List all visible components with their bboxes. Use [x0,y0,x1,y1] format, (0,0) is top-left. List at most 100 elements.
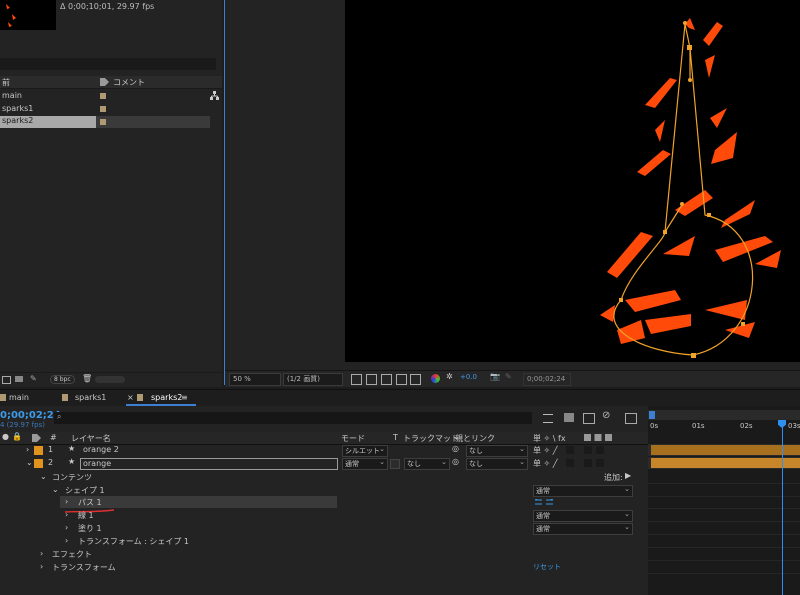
exposure-icon[interactable]: ✲ [446,372,453,381]
time-ruler[interactable]: 0s 01s 02s 03s [648,422,800,432]
composition-canvas[interactable] [345,0,800,362]
new-comp-icon[interactable]: ✎ [30,374,37,383]
expand-arrow-icon[interactable]: › [40,549,43,558]
pickwhip-icon[interactable]: ◎ [452,457,459,466]
reset-link[interactable]: リセット [533,562,561,572]
property-contents[interactable]: ⌄ コンテンツ 追加: ▶ [0,471,648,484]
expand-arrow-icon[interactable]: › [40,562,43,571]
lock-icon[interactable]: 🔒 [12,432,22,441]
switch-box[interactable] [584,446,592,454]
preserve-transparency-checkbox[interactable] [390,459,400,469]
expand-arrow-icon[interactable]: › [65,497,68,506]
region-of-interest-icon[interactable] [396,374,407,385]
layer-switches[interactable]: 单 ✧ ╱ [533,458,558,469]
project-scrollbar[interactable] [95,376,125,383]
property-transform[interactable]: › トランスフォーム リセット [0,561,648,574]
expand-arrow-icon[interactable]: › [26,445,29,454]
fill-blend-mode-dropdown[interactable]: 通常 [533,522,633,535]
motion-blur-icon[interactable]: ⊘ [602,410,610,421]
collapse-arrow-icon[interactable]: ⌄ [52,485,59,494]
path-direction-icon[interactable] [534,498,555,505]
expand-arrow-icon[interactable]: › [65,536,68,545]
current-time-display[interactable]: 0;00;02;24 [0,410,61,421]
draft-3d-icon[interactable] [564,413,574,422]
switch-box[interactable] [596,459,604,467]
property-fill-1[interactable]: › 塗り 1 通常 [0,522,648,535]
switch-box[interactable] [584,459,592,467]
label-color-swatch[interactable] [100,93,106,99]
new-folder-icon[interactable] [15,376,23,382]
column-layer-name[interactable]: レイヤー名 [71,433,111,444]
transparency-grid-icon[interactable] [366,374,377,385]
project-item-sparks1[interactable]: sparks1 [0,103,210,115]
parent-dropdown[interactable]: なし [466,457,528,470]
tab-main[interactable]: main [9,393,29,402]
collapse-arrow-icon[interactable]: ⌄ [26,458,33,467]
switch-box[interactable] [596,446,604,454]
panel-menu-icon[interactable]: ≡ [181,393,188,402]
timeline-search-input[interactable]: ⌕ [54,412,532,424]
expand-arrow-icon[interactable]: › [65,510,68,519]
label-tag-icon[interactable] [100,78,109,88]
exposure-value[interactable]: +0.0 [460,373,477,381]
ruler-label: 03s [788,422,800,430]
work-area-start[interactable] [649,411,655,419]
expand-arrow-icon[interactable]: › [65,523,68,532]
show-snapshot-icon[interactable]: ✎ [505,372,512,381]
add-label[interactable]: 追加: [604,472,623,483]
interpret-footage-icon[interactable] [2,376,11,384]
channel-icon[interactable] [431,374,440,383]
comp-icon [62,394,68,401]
layer-row-1[interactable]: › 1 ★ orange 2 シルエット ◎ なし 单 ✧ ╱ [0,444,648,457]
pickwhip-icon[interactable]: ◎ [452,444,459,453]
label-color-swatch[interactable] [100,119,106,125]
comp-mini-flowchart-icon[interactable] [543,414,553,423]
playhead-line[interactable] [782,426,783,595]
parent-dropdown[interactable]: なし [466,444,528,457]
tab-sparks2[interactable]: sparks2 [151,393,182,402]
av-features-icon[interactable]: ● [2,432,9,441]
mask-visibility-icon[interactable] [381,374,392,385]
grid-guides-icon[interactable] [410,374,421,385]
layer-label-color[interactable] [34,446,43,455]
property-stroke-1[interactable]: › 線 1 通常 [0,509,648,522]
tab-sparks1[interactable]: sparks1 [75,393,106,402]
add-arrow-icon[interactable]: ▶ [625,471,631,480]
project-search-input[interactable] [0,58,216,70]
column-parent: 親とリンク [455,434,495,443]
project-item-main[interactable]: main [0,90,210,102]
stroke-blend-mode-dropdown[interactable]: 通常 [533,509,633,522]
column-name[interactable]: 前 [2,77,10,88]
layer-duration-bar[interactable] [651,458,800,468]
layer-name-field[interactable]: orange [80,458,338,470]
layer-mode-dropdown[interactable]: 通常 [342,457,388,470]
zoom-dropdown[interactable]: 50 % [229,373,281,386]
fast-previews-icon[interactable] [351,374,362,385]
layer-duration-bar[interactable] [651,445,800,455]
shy-layers-icon[interactable] [583,413,595,424]
label-tag-icon[interactable] [32,434,41,444]
bpc-button[interactable]: 8 bpc [50,375,75,384]
layer-mode-dropdown[interactable]: シルエット [342,444,388,457]
label-color-swatch[interactable] [100,106,106,112]
viewer-timecode[interactable]: 0;00;02;24 [523,373,571,386]
layer-name[interactable]: orange 2 [83,445,119,454]
property-effects[interactable]: › エフェクト [0,548,648,561]
property-transform-shape[interactable]: › トランスフォーム : シェイプ 1 [0,535,648,548]
resolution-dropdown[interactable]: (1/2 画質) [283,373,343,386]
work-area-bar[interactable] [648,410,800,420]
project-item-sparks2[interactable]: sparks2 [0,116,210,128]
switch-box[interactable] [566,459,574,467]
layer-row-2[interactable]: ⌄ 2 ★ orange 通常 なし ◎ なし 单 ✧ ╱ [0,457,648,470]
graph-editor-icon[interactable] [625,413,637,424]
column-comment[interactable]: コメント [113,77,145,88]
close-icon[interactable]: × [127,393,134,402]
layer-label-color[interactable] [34,459,43,468]
layer-switches[interactable]: 单 ✧ ╱ [533,445,558,456]
snapshot-icon[interactable]: 📷 [490,372,500,381]
collapse-arrow-icon[interactable]: ⌄ [40,472,47,481]
track-matte-dropdown[interactable]: なし [404,457,450,470]
flowchart-icon[interactable] [210,91,219,102]
switch-box[interactable] [566,446,574,454]
trash-icon[interactable]: 🗑 [82,374,92,383]
